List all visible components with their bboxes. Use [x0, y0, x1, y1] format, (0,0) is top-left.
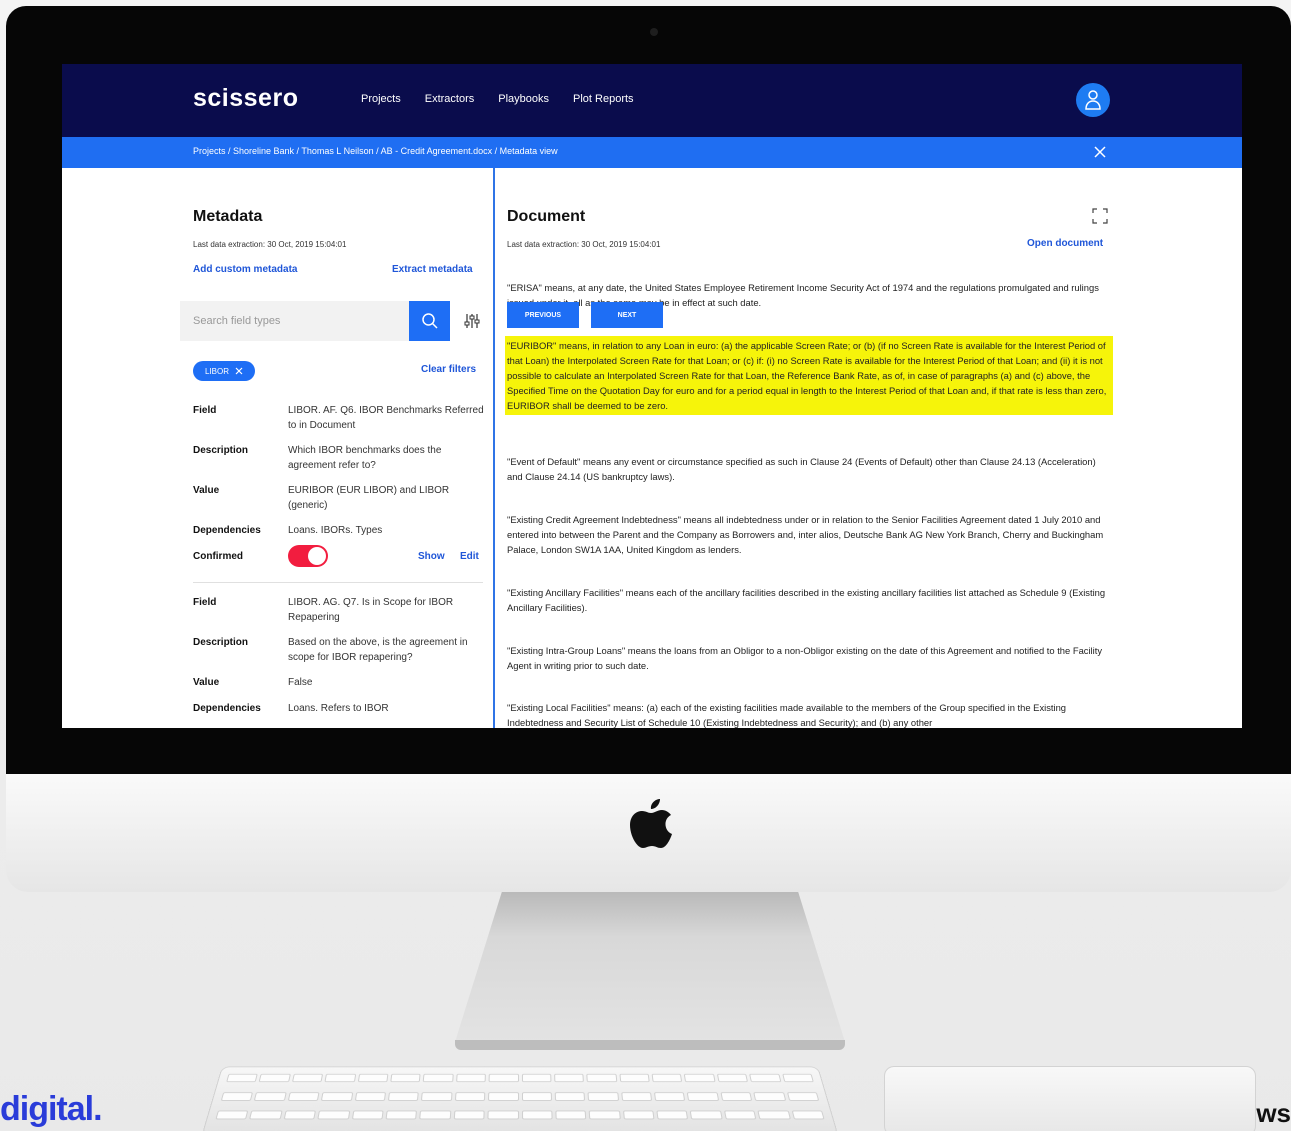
field-label: Field — [193, 405, 217, 416]
chip-close-icon[interactable] — [235, 367, 243, 375]
breadcrumb[interactable]: Projects / Shoreline Bank / Thomas L Nei… — [193, 146, 558, 156]
doc-paragraph: "Existing Credit Agreement Indebtedness"… — [507, 514, 1104, 555]
metadata-title: Metadata — [193, 208, 263, 225]
dependencies-value: Loans. IBORs. Types — [288, 525, 383, 536]
value-label: Value — [193, 485, 220, 496]
divider — [193, 582, 483, 583]
main-nav: Projects Extractors Playbooks Plot Repor… — [361, 93, 634, 105]
description-value: Which IBOR benchmarks does the agreement… — [288, 445, 442, 471]
user-avatar[interactable] — [1076, 83, 1110, 117]
brand-right: ws — [1256, 1098, 1291, 1128]
nav-plot-reports[interactable]: Plot Reports — [573, 93, 634, 105]
close-icon[interactable] — [1091, 143, 1109, 161]
next-button[interactable]: NEXT — [591, 302, 663, 328]
extract-metadata-link[interactable]: Extract metadata — [392, 264, 473, 275]
imac-stand-base — [455, 1040, 845, 1050]
description-value: Based on the above, is the agreement in … — [288, 637, 468, 663]
metadata-panel: Metadata Last data extraction: 30 Oct, 2… — [62, 168, 494, 728]
document-last-extraction: Last data extraction: 30 Oct, 2019 15:04… — [507, 240, 661, 249]
value-value: EURIBOR (EUR LIBOR) and LIBOR (generic) — [288, 485, 450, 511]
dependencies-value: Loans. Refers to IBOR — [288, 703, 389, 714]
keyboard — [201, 1066, 839, 1131]
expand-icon[interactable] — [1092, 208, 1108, 224]
camera — [650, 28, 658, 36]
screen: scissero Projects Extractors Playbooks P… — [62, 64, 1242, 728]
nav-extractors[interactable]: Extractors — [425, 93, 475, 105]
metadata-last-extraction: Last data extraction: 30 Oct, 2019 15:04… — [193, 240, 347, 249]
confirmed-label: Confirmed — [193, 551, 243, 562]
edit-link[interactable]: Edit — [460, 551, 479, 562]
breadcrumb-bar: Projects / Shoreline Bank / Thomas L Nei… — [62, 137, 1242, 168]
imac-stand — [455, 892, 845, 1042]
doc-paragraph: "Existing Intra-Group Loans" means the l… — [507, 645, 1103, 671]
value-label: Value — [193, 677, 220, 688]
confirmed-toggle[interactable] — [288, 545, 328, 567]
dependencies-label: Dependencies — [193, 525, 261, 536]
app-logo[interactable]: scissero — [193, 84, 298, 113]
filter-chip-libor[interactable]: LIBOR — [193, 361, 255, 381]
add-custom-metadata-link[interactable]: Add custom metadata — [193, 264, 297, 275]
clear-filters-link[interactable]: Clear filters — [421, 364, 476, 375]
doc-paragraph: "Existing Local Facilities" means: (a) e… — [507, 702, 1067, 728]
main-content: Metadata Last data extraction: 30 Oct, 2… — [62, 168, 1242, 728]
doc-paragraph: "Event of Default" means any event or ci… — [507, 456, 1096, 482]
search-icon — [421, 313, 438, 329]
field-label: Field — [193, 597, 217, 608]
open-document-link[interactable]: Open document — [1027, 238, 1103, 249]
document-title: Document — [507, 208, 586, 225]
apple-logo-icon — [630, 799, 672, 848]
search-button[interactable] — [409, 301, 450, 341]
doc-paragraph: "Existing Ancillary Facilities" means ea… — [507, 587, 1106, 613]
filter-chip-label: LIBOR — [204, 366, 229, 376]
field-value: LIBOR. AF. Q6. IBOR Benchmarks Referred … — [288, 405, 484, 431]
description-label: Description — [193, 637, 249, 648]
highlighted-paragraph: "EURIBOR" means, in relation to any Loan… — [505, 336, 1113, 415]
trackpad — [884, 1066, 1256, 1131]
search-input[interactable]: Search field types — [193, 315, 280, 327]
value-value: False — [288, 677, 313, 688]
top-nav: scissero Projects Extractors Playbooks P… — [62, 64, 1242, 137]
show-link[interactable]: Show — [418, 551, 445, 562]
document-panel: Document Last data extraction: 30 Oct, 2… — [495, 168, 1242, 728]
nav-projects[interactable]: Projects — [361, 93, 401, 105]
nav-playbooks[interactable]: Playbooks — [498, 93, 549, 105]
dependencies-label: Dependencies — [193, 703, 261, 714]
description-label: Description — [193, 445, 249, 456]
brand-left: digital. — [0, 1090, 103, 1128]
previous-button[interactable]: PREVIOUS — [507, 302, 579, 328]
filter-settings-icon[interactable] — [464, 313, 480, 329]
user-icon — [1085, 90, 1101, 110]
field-value: LIBOR. AG. Q7. Is in Scope for IBOR Repa… — [288, 597, 454, 623]
